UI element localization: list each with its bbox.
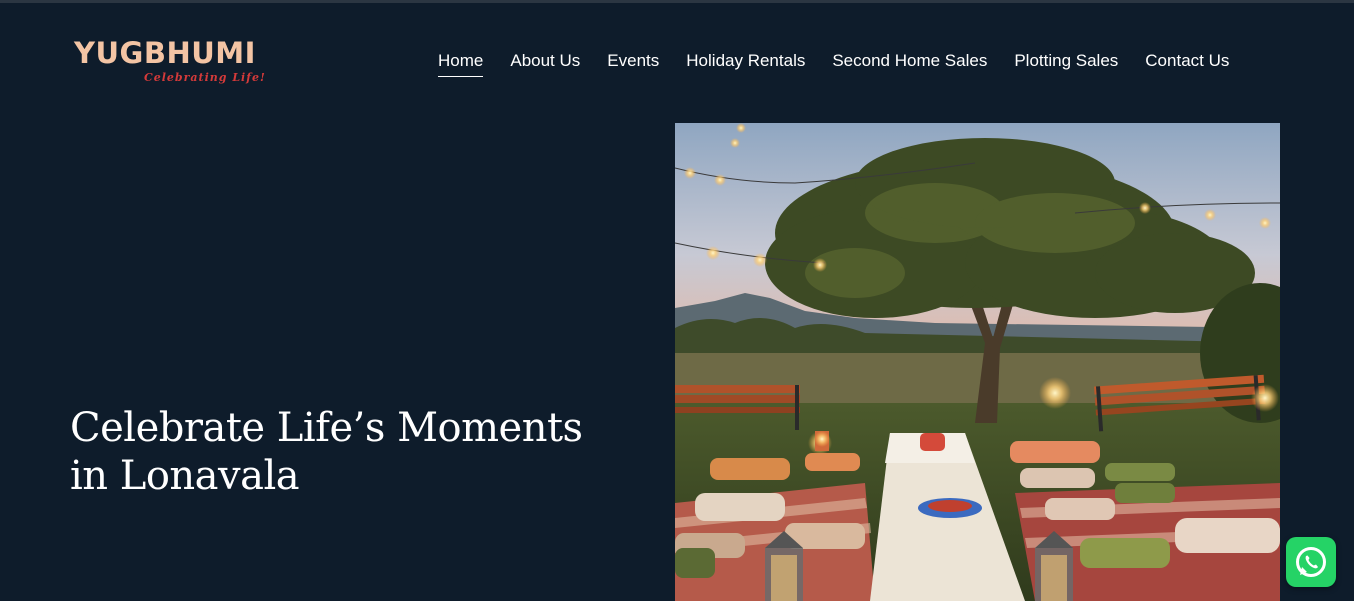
main-nav: Home About Us Events Holiday Rentals Sec…: [438, 50, 1229, 78]
hero-image-outdoor-picnic-setup: [675, 123, 1280, 601]
logo-wordmark: YUGBHUMI: [74, 36, 256, 70]
hero-title: Celebrate Life’s Moments in Lonavala: [70, 404, 590, 500]
nav-item-holiday-rentals[interactable]: Holiday Rentals: [686, 50, 805, 76]
nav-item-contact-us[interactable]: Contact Us: [1145, 50, 1229, 76]
hero-title-line-2: in Lonavala: [70, 453, 300, 499]
nav-item-second-home-sales[interactable]: Second Home Sales: [832, 50, 987, 76]
hero-title-line-1: Celebrate Life’s Moments: [70, 405, 583, 451]
whatsapp-chat-button[interactable]: [1286, 537, 1336, 587]
nav-item-about-us[interactable]: About Us: [510, 50, 580, 76]
nav-item-plotting-sales[interactable]: Plotting Sales: [1014, 50, 1118, 76]
top-border: [0, 0, 1354, 3]
whatsapp-icon: [1296, 547, 1326, 577]
nav-item-events[interactable]: Events: [607, 50, 659, 76]
logo-tagline: Celebrating Life!: [144, 71, 266, 84]
site-logo[interactable]: YUGBHUMI Celebrating Life!: [74, 36, 274, 90]
nav-item-home[interactable]: Home: [438, 50, 484, 77]
